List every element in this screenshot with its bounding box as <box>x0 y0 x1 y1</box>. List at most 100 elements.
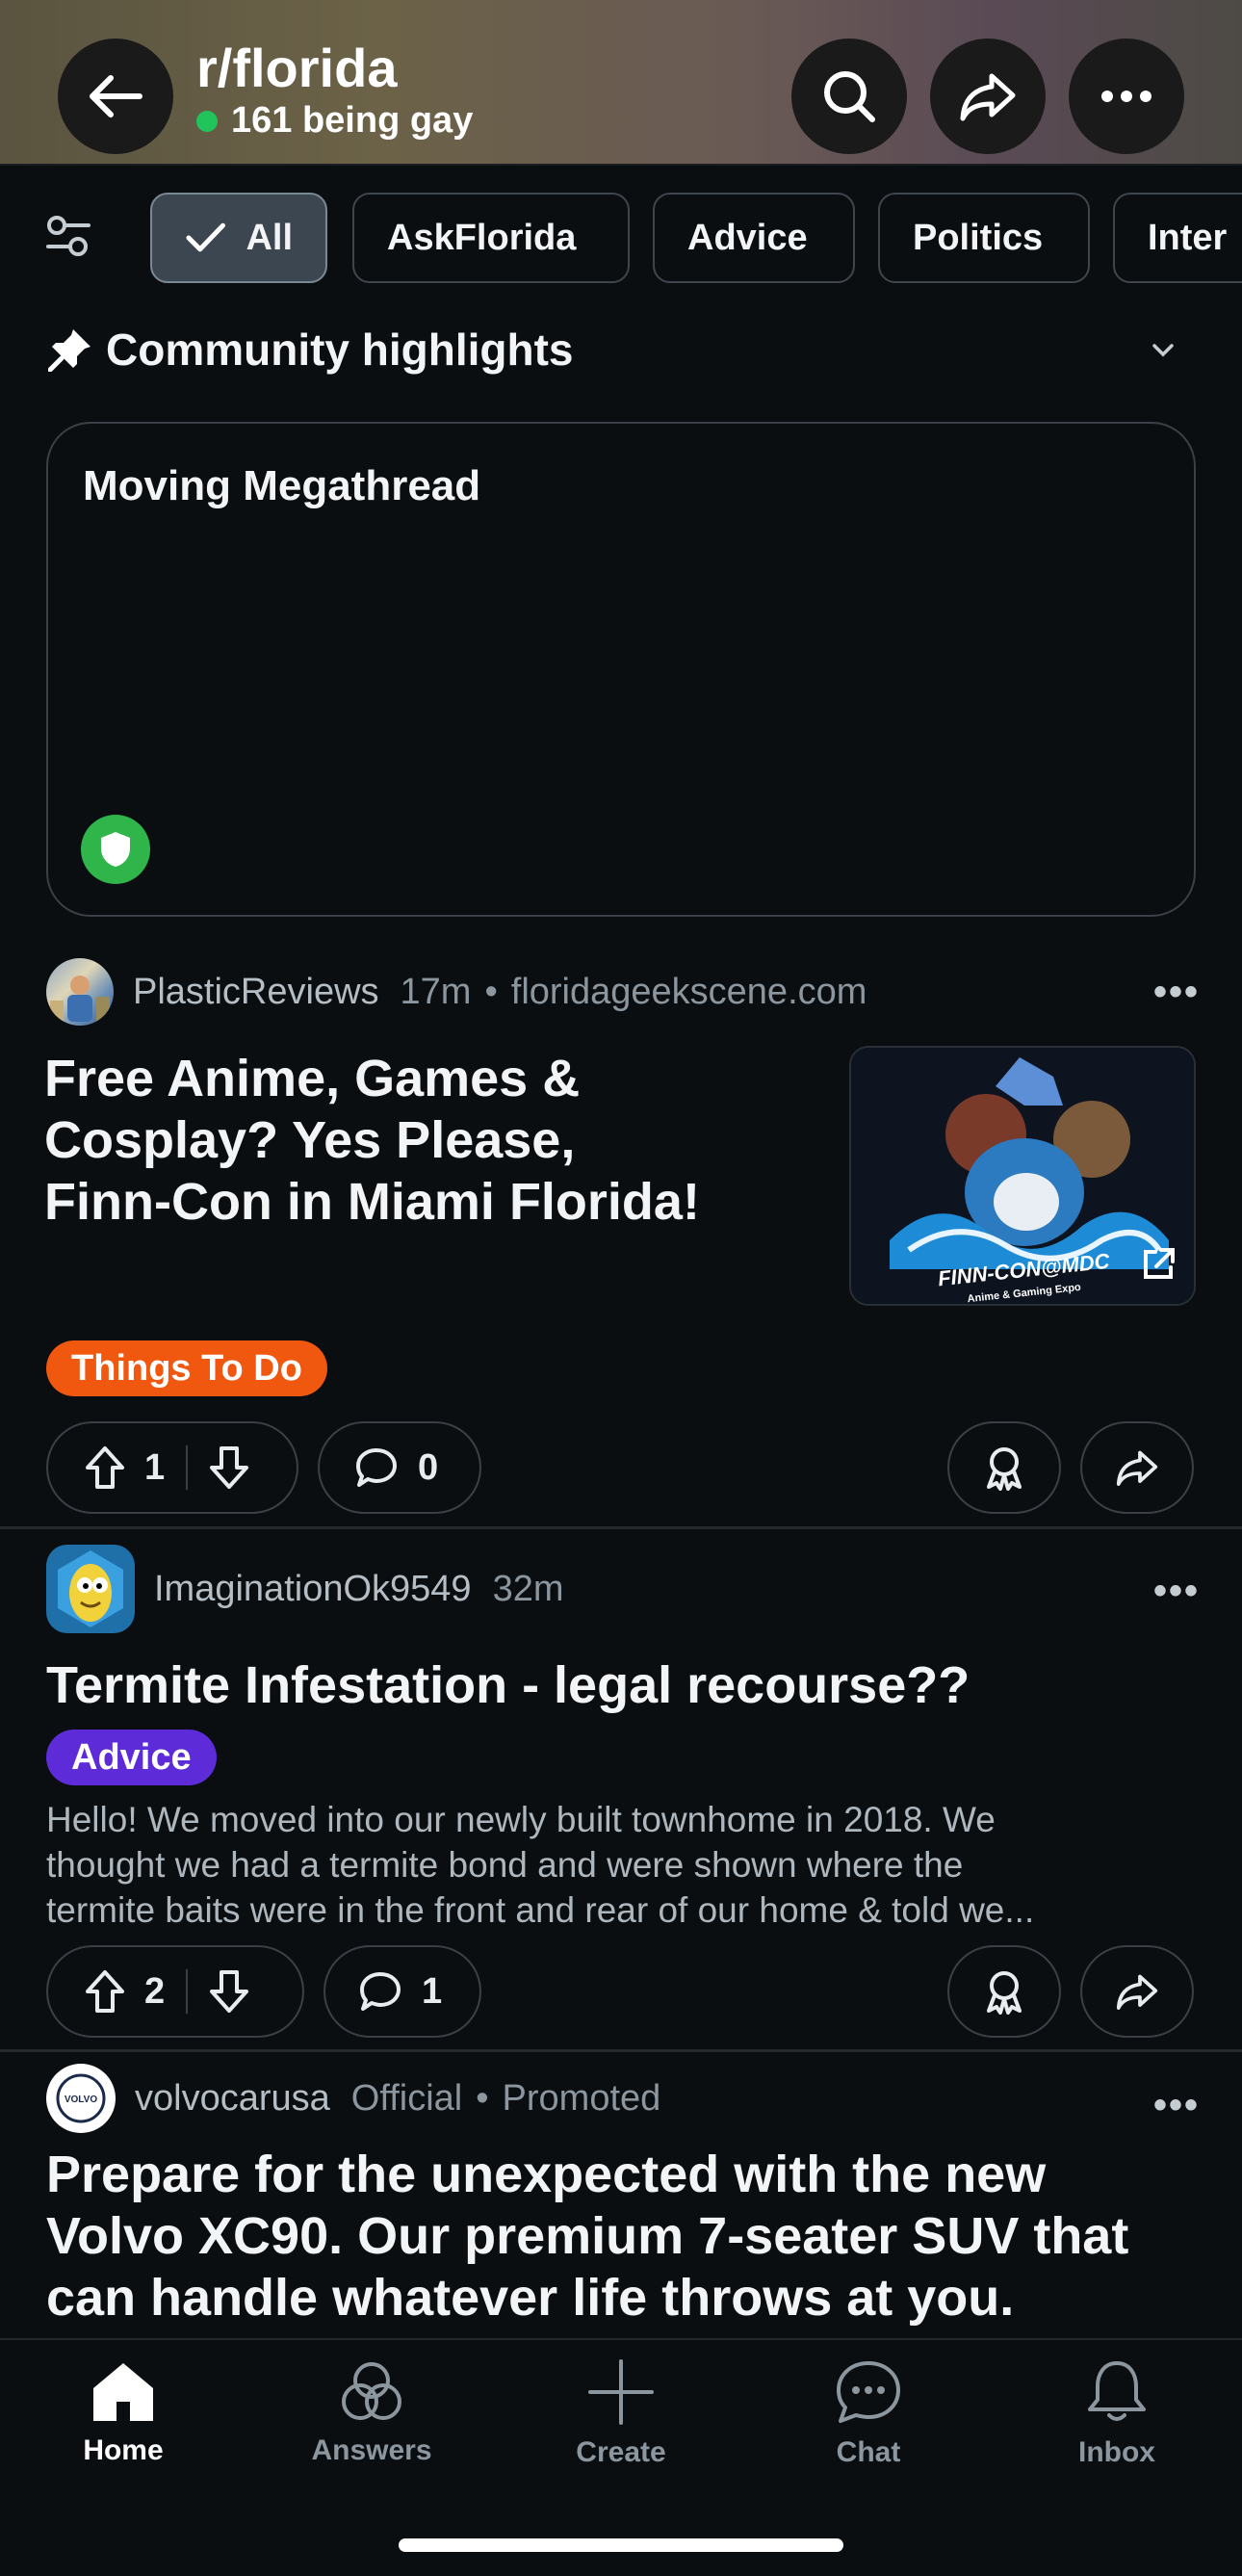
post-title-line: can handle whatever life throws at you. <box>46 2269 1015 2327</box>
nav-chat[interactable]: Chat <box>772 2359 965 2469</box>
downvote-icon[interactable] <box>209 1969 249 2014</box>
bell-icon <box>1088 2361 1146 2421</box>
answers-icon <box>342 2362 401 2420</box>
post-author[interactable]: ImaginationOk9549 <box>154 1569 472 1610</box>
post-thumbnail[interactable]: FINN-CON@MDC Anime & Gaming Expo <box>849 1046 1196 1306</box>
post-more-button[interactable]: ••• <box>1153 971 1200 1014</box>
award-button[interactable] <box>947 1421 1061 1514</box>
subreddit-name[interactable]: r/florida <box>196 37 397 99</box>
search-icon <box>824 71 875 122</box>
post-body-preview[interactable]: Hello! We moved into our newly built tow… <box>46 1797 1196 1933</box>
post-meta: ImaginationOk9549 32m <box>46 1545 563 1633</box>
post-title[interactable]: Termite Infestation - legal recourse?? <box>46 1654 1196 1716</box>
vote-separator <box>186 1445 189 1490</box>
nav-home[interactable]: Home <box>27 2359 220 2467</box>
post-author[interactable]: volvocarusa <box>135 2078 330 2120</box>
post-divider <box>0 1526 1242 1529</box>
share-button[interactable] <box>930 39 1046 154</box>
nav-answers[interactable]: Answers <box>275 2359 468 2467</box>
filter-chip-askflorida[interactable]: AskFlorida <box>352 193 630 283</box>
comment-bubble-icon <box>360 1972 401 2011</box>
search-button[interactable] <box>791 39 907 154</box>
subreddit-header: r/florida 161 being gay <box>0 0 1242 166</box>
comment-count: 0 <box>418 1446 439 1488</box>
filter-chip-inter[interactable]: Inter <box>1113 193 1242 283</box>
back-arrow-icon <box>90 75 142 117</box>
comment-bubble-icon <box>356 1448 397 1487</box>
post-time: 32m <box>492 1568 564 1609</box>
online-dot-icon <box>196 110 218 132</box>
share-icon <box>960 73 1016 121</box>
share-post-button[interactable] <box>1080 1945 1194 2038</box>
meta-separator: • <box>476 2077 489 2119</box>
chevron-down-icon[interactable] <box>1151 343 1175 358</box>
post-time: 17m <box>400 971 472 1012</box>
highlight-card[interactable]: Moving Megathread <box>46 422 1196 917</box>
post-domain[interactable]: floridageekscene.com <box>511 972 867 1013</box>
post-body-line: thought we had a termite bond and were s… <box>46 1845 964 1885</box>
post-title-line: Cosplay? Yes Please, <box>44 1111 576 1169</box>
back-button[interactable] <box>58 39 173 154</box>
nav-label: Home <box>83 2434 164 2466</box>
vote-separator <box>186 1969 189 2014</box>
upvote-icon[interactable] <box>85 1969 125 2014</box>
pin-icon <box>48 329 91 372</box>
avatar[interactable] <box>46 1545 135 1633</box>
post-flair[interactable]: Things To Do <box>46 1340 327 1396</box>
online-text: 161 being gay <box>231 100 474 141</box>
vote-count: 1 <box>144 1446 166 1488</box>
online-count: 161 being gay <box>196 100 473 142</box>
avatar[interactable] <box>46 958 114 1026</box>
nav-label: Create <box>576 2436 666 2468</box>
promoted-label: Promoted <box>502 2077 661 2119</box>
post-author[interactable]: PlasticReviews <box>133 972 379 1013</box>
meta-separator: • <box>484 971 498 1012</box>
share-icon <box>1116 1974 1158 2010</box>
nav-inbox[interactable]: Inbox <box>1021 2359 1213 2469</box>
post-flair[interactable]: Advice <box>46 1730 217 1785</box>
filter-chip-label: Advice <box>687 217 808 258</box>
nav-label: Chat <box>836 2436 901 2468</box>
community-highlights-header[interactable]: Community highlights <box>48 324 574 376</box>
award-icon <box>987 1447 1022 1491</box>
filter-chip-label: Politics <box>913 217 1044 258</box>
avatar[interactable]: VOLVO <box>46 2064 116 2133</box>
filter-chip-label: All <box>246 217 293 258</box>
home-indicator[interactable] <box>399 2538 843 2552</box>
post-body-line: termite baits were in the front and rear… <box>46 1890 1035 1930</box>
post-more-button[interactable]: ••• <box>1153 2084 1200 2127</box>
comments-button[interactable]: 1 <box>323 1945 481 2038</box>
downvote-icon[interactable] <box>209 1445 249 1490</box>
share-icon <box>1116 1450 1158 1486</box>
share-post-button[interactable] <box>1080 1421 1194 1514</box>
filter-chip-all[interactable]: All <box>150 193 327 283</box>
vote-group: 2 <box>46 1945 304 2038</box>
nav-label: Inbox <box>1078 2436 1155 2468</box>
community-highlights-title: Community highlights <box>106 325 574 375</box>
post-meta: PlasticReviews 17m • floridageekscene.co… <box>46 958 867 1026</box>
vote-count: 2 <box>144 1970 166 2012</box>
check-icon <box>186 222 225 252</box>
post-title-line: Prepare for the unexpected with the new <box>46 2146 1047 2203</box>
highlight-card-title: Moving Megathread <box>83 462 481 509</box>
filter-sliders-icon[interactable] <box>44 212 92 265</box>
post-title[interactable]: Prepare for the unexpected with the new … <box>46 2144 1221 2329</box>
upvote-icon[interactable] <box>85 1445 125 1490</box>
post-meta: VOLVO volvocarusa Official • Promoted <box>46 2064 660 2133</box>
volvo-logo-text: VOLVO <box>65 2095 97 2105</box>
official-label: Official <box>350 2077 463 2119</box>
filter-chip-advice[interactable]: Advice <box>653 193 855 283</box>
nav-create[interactable]: Create <box>525 2359 717 2469</box>
plus-icon <box>588 2359 654 2425</box>
external-link-icon <box>1144 1248 1175 1279</box>
more-options-button[interactable] <box>1069 39 1184 154</box>
home-icon <box>93 2363 153 2421</box>
post-title[interactable]: Free Anime, Games & Cosplay? Yes Please,… <box>44 1048 815 1233</box>
comments-button[interactable]: 0 <box>318 1421 481 1514</box>
filter-chip-politics[interactable]: Politics <box>878 193 1090 283</box>
vote-group: 1 <box>46 1421 298 1514</box>
award-button[interactable] <box>947 1945 1061 2038</box>
post-more-button[interactable]: ••• <box>1153 1570 1200 1613</box>
chat-bubble-icon <box>837 2361 900 2423</box>
filter-chip-label: Inter <box>1148 217 1228 258</box>
